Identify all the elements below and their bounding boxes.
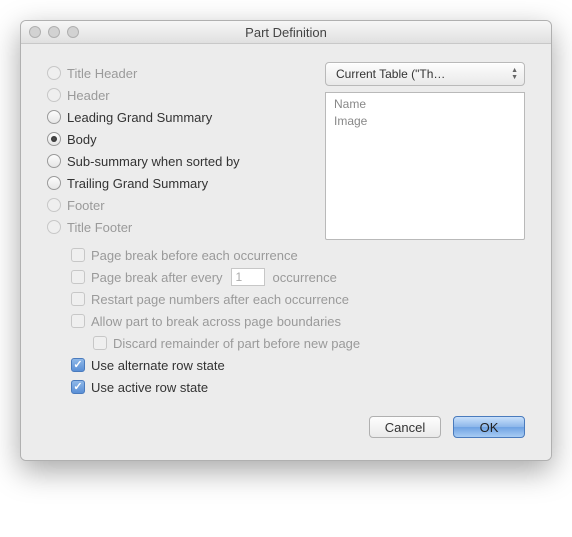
radio-label: Sub-summary when sorted by [67,154,240,169]
zoom-icon[interactable] [67,26,79,38]
window-title: Part Definition [21,25,551,40]
titlebar: Part Definition [21,21,551,44]
check-use-active-row[interactable]: Use active row state [71,376,525,398]
radio-icon [47,66,61,80]
radio-icon [47,198,61,212]
check-discard-remainder: Discard remainder of part before new pag… [93,332,525,354]
radio-title-footer: Title Footer [47,216,307,238]
check-page-break-after: Page break after every 1 occurrence [71,266,525,288]
radio-label: Body [67,132,97,147]
dialog-window: Part Definition Title Header Header Lead… [20,20,552,461]
radio-label: Trailing Grand Summary [67,176,208,191]
radio-label: Title Footer [67,220,132,235]
radio-body[interactable]: Body [47,128,307,150]
check-page-break-before: Page break before each occurrence [71,244,525,266]
checkbox-icon [71,380,85,394]
ok-button[interactable]: OK [453,416,525,438]
dialog-content: Title Header Header Leading Grand Summar… [21,44,551,460]
close-icon[interactable] [29,26,41,38]
radio-icon [47,220,61,234]
updown-arrows-icon: ▲▼ [511,68,518,81]
radio-sub-summary[interactable]: Sub-summary when sorted by [47,150,307,172]
part-options: Page break before each occurrence Page b… [71,244,525,398]
check-allow-break: Allow part to break across page boundari… [71,310,525,332]
check-restart-page-numbers: Restart page numbers after each occurren… [71,288,525,310]
checkbox-icon [71,292,85,306]
radio-icon [47,154,61,168]
check-label: Restart page numbers after each occurren… [91,292,349,307]
radio-label: Title Header [67,66,137,81]
cancel-button[interactable]: Cancel [369,416,441,438]
radio-trailing-grand-summary[interactable]: Trailing Grand Summary [47,172,307,194]
radio-title-header: Title Header [47,62,307,84]
radio-footer: Footer [47,194,307,216]
minimize-icon[interactable] [48,26,60,38]
dialog-buttons: Cancel OK [47,416,525,438]
check-label: Allow part to break across page boundari… [91,314,341,329]
page-break-count-field: 1 [231,268,265,286]
window-controls [21,26,79,38]
check-label: Discard remainder of part before new pag… [113,336,360,351]
checkbox-icon [71,248,85,262]
list-item[interactable]: Image [334,114,516,131]
check-label: Page break before each occurrence [91,248,298,263]
part-type-radiogroup: Title Header Header Leading Grand Summar… [47,62,307,240]
checkbox-icon [71,358,85,372]
check-label: Use alternate row state [91,358,225,373]
field-list[interactable]: Name Image [325,92,525,240]
radio-icon [47,88,61,102]
check-label: Page break after every [91,270,223,285]
popup-label: Current Table ("Th… [336,67,445,81]
list-item[interactable]: Name [334,97,516,114]
check-label-suffix: occurrence [273,270,337,285]
check-use-alternate-row[interactable]: Use alternate row state [71,354,525,376]
checkbox-icon [71,314,85,328]
check-label: Use active row state [91,380,208,395]
checkbox-icon [71,270,85,284]
table-popup[interactable]: Current Table ("Th… ▲▼ [325,62,525,86]
radio-icon [47,132,61,146]
radio-label: Header [67,88,110,103]
radio-label: Footer [67,198,105,213]
radio-leading-grand-summary[interactable]: Leading Grand Summary [47,106,307,128]
radio-icon [47,176,61,190]
radio-label: Leading Grand Summary [67,110,212,125]
radio-icon [47,110,61,124]
radio-header: Header [47,84,307,106]
checkbox-icon [93,336,107,350]
